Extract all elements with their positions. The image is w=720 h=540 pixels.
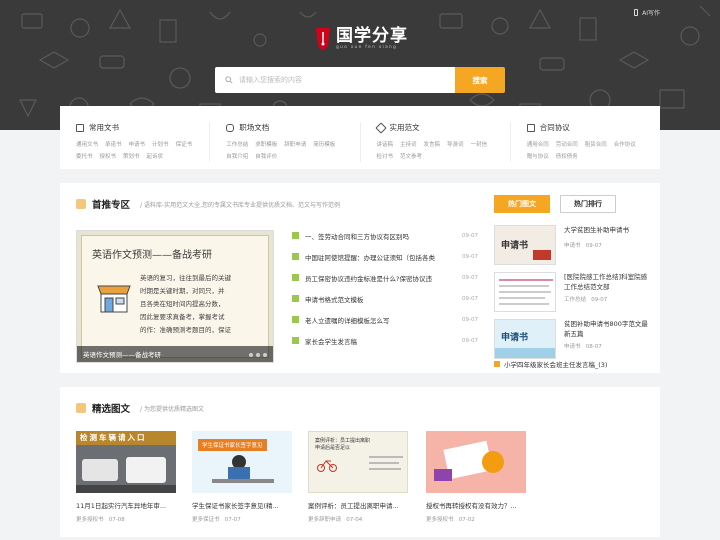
news-item[interactable]: 申请书格式范文模板 09-07: [292, 288, 478, 309]
chat-icon: [226, 123, 235, 132]
section-subtitle: / 为您提供优质精选图文: [140, 405, 204, 413]
phone-icon: [634, 9, 639, 16]
gallery-item[interactable]: 案例评析：员工提出离职申请后是否足以 案例评析：员工提出离职申请... 更多辞职…: [308, 431, 408, 523]
search-input[interactable]: [239, 76, 439, 84]
category-link[interactable]: 劳动合同: [556, 140, 578, 148]
featured-banner[interactable]: 英语作文预测——备战考研 英语的复习，往往到最后的关键 时期是关键时期，对同只，…: [76, 230, 274, 363]
category-link[interactable]: 通用文书: [76, 140, 98, 148]
doc-icon: [292, 253, 299, 260]
featured-section: 首推专区 / 语料库-实用范文大全,您的专属文书库专业提供优质文档、范文与写作范…: [60, 183, 660, 373]
category-link[interactable]: 自我介绍: [226, 152, 248, 160]
category-link[interactable]: 求职模板: [255, 140, 277, 148]
news-item[interactable]: 家长会学生发言稿 09-07: [292, 330, 478, 351]
category-link[interactable]: 租赁合同: [585, 140, 607, 148]
doc-icon: [494, 361, 500, 367]
category-link[interactable]: 检讨书: [377, 152, 394, 160]
category-link[interactable]: 申请书: [129, 140, 146, 148]
category-title[interactable]: 实用范文: [390, 122, 420, 133]
category-link[interactable]: 合作协议: [614, 140, 636, 148]
category-link[interactable]: 策划书: [123, 152, 140, 160]
contract-icon: [526, 123, 535, 132]
gallery-image: 检测车辆请入口: [76, 431, 176, 493]
doc-icon: [292, 274, 299, 281]
gallery-item[interactable]: 检测车辆请入口 11月1日起实行汽车异地年审... 更多授权书 07-08: [76, 431, 176, 523]
document-icon: [76, 123, 84, 132]
news-list: 一、签劳动合同和三方协议有区别吗 09-07 中国驻阿使馆提醒：办理公证须知（包括…: [292, 225, 478, 351]
hot-thumbnail: 申请书: [494, 225, 556, 265]
category-link[interactable]: 债权债务: [556, 152, 578, 160]
category-link[interactable]: 一封信: [471, 140, 488, 148]
tab-hot-ranking[interactable]: 热门排行: [560, 195, 616, 213]
category-panel: 常用文书 通用文书 承诺书 申请书 计划书 保证书 委托书 授权书 策划书 起诉…: [60, 106, 660, 169]
gallery-image: 学生保证书家长签字意见: [192, 431, 292, 493]
category-link[interactable]: 赠与协议: [527, 152, 549, 160]
category-link[interactable]: 发言稿: [424, 140, 441, 148]
doc-icon: [292, 232, 299, 239]
quill-icon: [316, 28, 330, 51]
shop-icon: [97, 285, 131, 313]
section-title: 精选图文: [92, 404, 131, 415]
category-contracts: 合同协议 通用合同 劳动合同 租赁合同 合作协议 赠与协议 债权债务: [511, 122, 660, 162]
category-link[interactable]: 委托书: [76, 152, 93, 160]
bicycle-icon: [317, 460, 337, 472]
category-link[interactable]: 主持词: [400, 140, 417, 148]
carousel-dots[interactable]: [249, 353, 267, 357]
top-bar: AI写作: [634, 8, 660, 17]
hot-thumbnail: [494, 272, 556, 312]
doc-icon: [292, 316, 299, 323]
search-bar: 搜索: [215, 67, 505, 93]
category-link[interactable]: 范文参考: [400, 152, 422, 160]
doc-icon: [292, 337, 299, 344]
hot-thumbnail: 申请书: [494, 319, 556, 359]
gallery-section: 精选图文 / 为您提供优质精选图文 检测车辆请入口 11月1日起实行汽车异地年审…: [60, 387, 660, 537]
featured-icon: [76, 199, 86, 209]
banner-caption: 英语作文预测——备战考研: [77, 346, 273, 362]
gallery-icon: [76, 403, 86, 413]
category-link[interactable]: 辞职申请: [284, 140, 306, 148]
search-button[interactable]: 搜索: [455, 67, 505, 93]
news-item[interactable]: 中国驻阿使馆提醒：办理公证须知（包括各类 09-07: [292, 246, 478, 267]
hot-last-item[interactable]: 小学四年级家长会班主任发言稿_(3): [494, 359, 607, 369]
news-item[interactable]: 一、签劳动合同和三方协议有区别吗 09-07: [292, 225, 478, 246]
category-link[interactable]: 承诺书: [105, 140, 122, 148]
hot-item[interactable]: [医院院感工作总结]科室院感工作总结范文部 工作总结 09-07: [494, 272, 654, 319]
category-link[interactable]: 计划书: [152, 140, 169, 148]
tag-icon: [374, 121, 387, 134]
category-title[interactable]: 职场文档: [239, 122, 269, 133]
category-link[interactable]: 通用合同: [527, 140, 549, 148]
doc-icon: [292, 295, 299, 302]
logo-name: 国学分享: [336, 26, 408, 46]
category-common-docs: 常用文书 通用文书 承诺书 申请书 计划书 保证书 委托书 授权书 策划书 起诉…: [60, 122, 211, 162]
gallery-image: 案例评析：员工提出离职申请后是否足以: [308, 431, 408, 493]
hot-tabs: 热门图文 热门排行: [494, 195, 616, 213]
news-item[interactable]: 员工保密协议违约金标准是什么?保密协议违 09-07: [292, 267, 478, 288]
category-practical: 实用范文 讲话稿 主持词 发言稿 导游词 一封信 检讨书 范文参考: [361, 121, 511, 162]
search-icon: [225, 76, 233, 84]
hot-list: 申请书 大学贫困生补助申请书 申请书 09-07 [医院院感工作总结]科室院感工…: [494, 225, 654, 366]
ai-write-link[interactable]: AI写作: [642, 8, 660, 17]
category-link[interactable]: 讲话稿: [377, 140, 394, 148]
news-item[interactable]: 老人立遗嘱的详细模板怎么写 09-07: [292, 309, 478, 330]
site-logo[interactable]: 国学分享 guo xue fen xiang: [312, 26, 408, 52]
category-link[interactable]: 起诉状: [147, 152, 164, 160]
tab-hot-images[interactable]: 热门图文: [494, 195, 550, 213]
gallery-item[interactable]: 授权书再转授权有没有效力？... 更多授权书 07-02: [426, 431, 526, 523]
category-link[interactable]: 工作总结: [226, 140, 248, 148]
category-title[interactable]: 常用文书: [89, 122, 119, 133]
gallery-item[interactable]: 学生保证书家长签字意见 学生保证书家长签字意见(精... 更多保证书 07-07: [192, 431, 292, 523]
category-link[interactable]: 自我评价: [255, 152, 277, 160]
hot-item[interactable]: 申请书 大学贫困生补助申请书 申请书 09-07: [494, 225, 654, 272]
category-link[interactable]: 授权书: [100, 152, 117, 160]
search-box: [215, 67, 455, 93]
category-link[interactable]: 保证书: [176, 140, 193, 148]
banner-title: 英语作文预测——备战考研: [92, 250, 212, 261]
category-workplace: 职场文档 工作总结 求职模板 辞职申请 简历模板 自我介绍 自我评价: [210, 122, 361, 162]
section-subtitle: / 语料库-实用范文大全,您的专属文书库专业提供优质文档、范文与写作范例: [140, 201, 341, 209]
category-link[interactable]: 简历模板: [313, 140, 335, 148]
category-title[interactable]: 合同协议: [540, 122, 570, 133]
gallery-image: [426, 431, 526, 493]
category-link[interactable]: 导游词: [447, 140, 464, 148]
banner-text: 英语的复习，往往到最后的关键 时期是关键时期，对同只，并 且各类在短时间内提高分…: [140, 274, 231, 334]
section-title: 首推专区: [92, 200, 131, 211]
